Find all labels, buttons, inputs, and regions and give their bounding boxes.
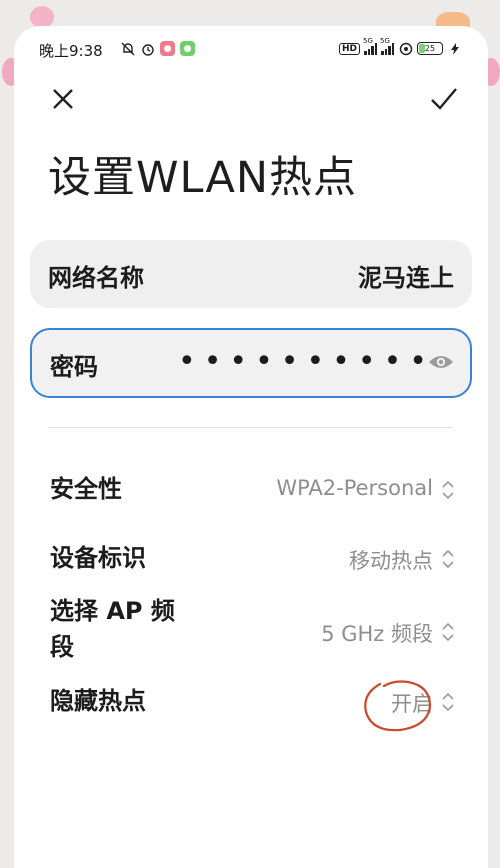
network-type-label: 5G xyxy=(363,36,373,45)
wallpaper-decoration xyxy=(30,6,54,28)
wifi-hotspot-icon xyxy=(398,41,413,56)
hd-voice-icon: HD xyxy=(338,42,360,55)
hidden-hotspot-label: 隐藏热点 xyxy=(50,687,146,715)
signal-icon: 5G xyxy=(363,37,377,55)
device-id-value: 移动热点 xyxy=(349,549,433,573)
battery-icon: 25 xyxy=(417,42,443,55)
security-label: 安全性 xyxy=(50,475,122,503)
hand-drawn-circle-annotation xyxy=(364,680,432,732)
password-label: 密码 xyxy=(50,353,98,381)
confirm-check-icon[interactable] xyxy=(430,86,458,112)
status-icons-left: ● ● xyxy=(120,41,195,56)
ap-band-value: 5 GHz 频段 xyxy=(321,622,433,646)
ap-band-label: 选择 AP 频段 xyxy=(50,597,175,661)
chevron-up-down-icon xyxy=(441,548,455,570)
battery-level: 25 xyxy=(424,44,436,53)
status-time: 晚上9:38 xyxy=(39,42,103,60)
status-icons-right: HD 5G 5G 25 xyxy=(338,37,462,56)
network-name-field[interactable]: 网络名称 泥马连上 xyxy=(30,240,472,308)
security-value: WPA2-Personal xyxy=(276,476,433,500)
divider xyxy=(48,427,453,428)
alarm-clock-icon xyxy=(140,41,155,56)
app-notification-icon: ● xyxy=(160,41,175,56)
device-id-label: 设备标识 xyxy=(50,544,146,572)
status-bar: 晚上9:38 ● ● HD 5G 5G 25 xyxy=(14,36,488,64)
password-value[interactable]: •••••••••• xyxy=(178,344,435,379)
password-field[interactable]: 密码 •••••••••• xyxy=(30,328,472,398)
chevron-up-down-icon xyxy=(441,691,455,713)
network-name-value[interactable]: 泥马连上 xyxy=(358,258,454,293)
page-title: 设置WLAN热点 xyxy=(48,153,358,203)
network-name-label: 网络名称 xyxy=(48,264,144,292)
show-password-eye-icon[interactable] xyxy=(428,352,454,372)
network-type-label: 5G xyxy=(380,36,390,45)
signal-icon: 5G xyxy=(380,37,394,55)
mute-bell-icon xyxy=(120,41,135,56)
chevron-up-down-icon xyxy=(441,479,455,501)
charging-icon xyxy=(447,41,462,56)
chevron-up-down-icon xyxy=(441,621,455,643)
close-icon[interactable] xyxy=(50,86,76,112)
app-notification-icon: ● xyxy=(180,41,195,56)
